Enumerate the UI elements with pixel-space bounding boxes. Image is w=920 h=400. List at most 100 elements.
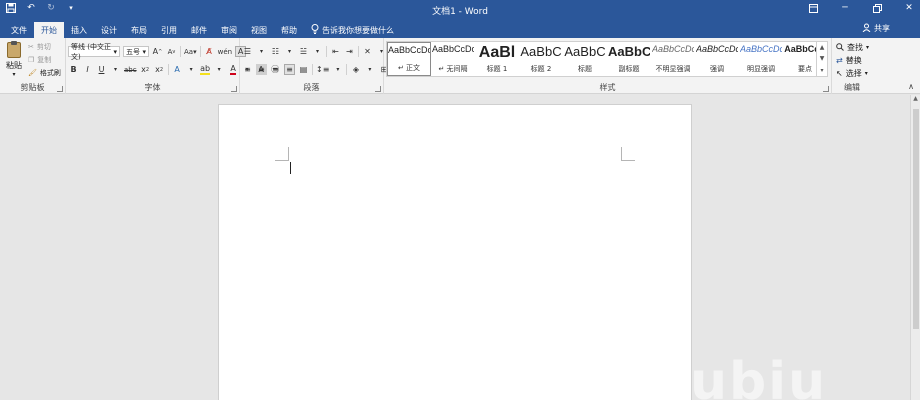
chevron-down-icon[interactable]: ▾ xyxy=(364,64,375,75)
chevron-down-icon[interactable]: ▾ xyxy=(284,46,295,57)
tab-mailings[interactable]: 邮件 xyxy=(184,22,214,38)
distributed-icon[interactable]: ▤ xyxy=(298,64,309,75)
font-size-combo[interactable]: 五号 ▾ xyxy=(123,46,149,57)
superscript-icon[interactable]: x2 xyxy=(154,64,165,75)
style-no-spacing[interactable]: AaBbCcDc ↵ 无间隔 xyxy=(431,42,475,76)
underline-icon[interactable]: U xyxy=(96,64,107,75)
style-sample: AaBbCcDc xyxy=(740,44,782,54)
share-label: 共享 xyxy=(874,24,890,33)
style-subtitle[interactable]: AaBbC 副标题 xyxy=(607,42,651,76)
copy-button[interactable]: ❐ 复制 xyxy=(28,55,51,65)
cursor-icon: ↖ xyxy=(836,69,843,78)
style-heading-1[interactable]: AaBl 标题 1 xyxy=(475,42,519,76)
align-center-icon[interactable]: ≡ xyxy=(256,64,267,75)
watermark: ubiu xyxy=(690,352,828,400)
style-heading-2[interactable]: AaBbC 标题 2 xyxy=(519,42,563,76)
tab-view[interactable]: 视图 xyxy=(244,22,274,38)
scroll-up-icon[interactable]: ▲ xyxy=(911,95,920,102)
tell-me-box[interactable]: 告诉我你想要做什么 xyxy=(304,22,401,38)
paragraph-group: ☰ ▾ ☷ ▾ ☱ ▾ ⇤ ⇥ ✕ ▾ ⇅ ¶ ≡ ≡ ≡ ≡ ▤ ↕≡ ▾ ◈… xyxy=(240,38,412,94)
clipboard-group-label: 剪贴板 xyxy=(20,83,45,92)
italic-icon[interactable]: I xyxy=(82,64,93,75)
scrollbar-thumb[interactable] xyxy=(913,109,919,329)
bold-icon[interactable]: B xyxy=(68,64,79,75)
find-button[interactable]: 查找 ▾ xyxy=(836,42,869,53)
close-icon[interactable]: ✕ xyxy=(904,3,914,13)
tab-help[interactable]: 帮助 xyxy=(274,22,304,38)
tab-layout[interactable]: 布局 xyxy=(124,22,154,38)
tab-design[interactable]: 设计 xyxy=(94,22,124,38)
document-page[interactable] xyxy=(218,104,692,400)
chevron-down-icon[interactable]: ▾ xyxy=(110,64,121,75)
increase-indent-icon[interactable]: ⇥ xyxy=(344,46,355,57)
font-launcher-icon[interactable] xyxy=(231,86,237,92)
numbering-icon[interactable]: ☷ xyxy=(270,46,281,57)
style-name: ↵ 正文 xyxy=(397,64,421,72)
clipboard-launcher-icon[interactable] xyxy=(57,86,63,92)
search-icon xyxy=(836,42,844,53)
style-sample: AaBbC xyxy=(520,44,562,59)
style-name: 副标题 xyxy=(618,65,640,73)
style-emphasis[interactable]: AaBbCcDc 强调 xyxy=(695,42,739,76)
share-button[interactable]: 共享 xyxy=(862,23,890,34)
chevron-down-icon[interactable]: ▾ xyxy=(214,64,225,75)
multilevel-list-icon[interactable]: ☱ xyxy=(298,46,309,57)
line-spacing-icon[interactable]: ↕≡ xyxy=(316,64,329,75)
tab-references[interactable]: 引用 xyxy=(154,22,184,38)
text-effects-icon[interactable]: A xyxy=(172,64,183,75)
highlight-icon[interactable]: ab xyxy=(200,64,211,75)
tab-insert[interactable]: 插入 xyxy=(64,22,94,38)
bullets-icon[interactable]: ☰ xyxy=(242,46,253,57)
chevron-down-icon[interactable]: ▾ xyxy=(256,46,267,57)
style-subtle-emphasis[interactable]: AaBbCcDc 不明显强调 xyxy=(651,42,695,76)
phonetic-guide-icon[interactable]: wén xyxy=(218,46,232,57)
decrease-indent-icon[interactable]: ⇤ xyxy=(330,46,341,57)
clear-formatting-icon[interactable]: A̸ xyxy=(204,46,215,57)
format-painter-button[interactable]: 🖌 格式刷 xyxy=(28,68,61,78)
collapse-ribbon-icon[interactable]: ∧ xyxy=(908,82,914,91)
align-right-icon[interactable]: ≡ xyxy=(270,64,281,75)
tab-review[interactable]: 审阅 xyxy=(214,22,244,38)
font-group-label: 字体 xyxy=(144,83,161,92)
font-color-icon[interactable]: A xyxy=(228,64,239,75)
select-button[interactable]: ↖ 选择 ▾ xyxy=(836,68,868,79)
copy-label: 复制 xyxy=(37,56,52,64)
scroll-up-icon[interactable]: ▲ xyxy=(820,44,825,51)
restore-icon[interactable] xyxy=(872,3,882,13)
justify-icon[interactable]: ≡ xyxy=(284,64,295,75)
replace-button[interactable]: ⇄ 替换 xyxy=(836,55,862,66)
font-name-combo[interactable]: 等线 (中文正文) ▾ xyxy=(68,43,120,61)
chinese-layout-icon[interactable]: ✕ xyxy=(362,46,373,57)
shading-icon[interactable]: ◈ xyxy=(350,64,361,75)
style-sample: AaBbCcDc xyxy=(696,44,738,54)
ribbon-display-icon[interactable] xyxy=(808,3,818,13)
title-bar: ↶ ↻ ▾ 文档1 - Word ─ ✕ xyxy=(0,0,920,20)
chevron-down-icon[interactable]: ▾ xyxy=(332,64,343,75)
subscript-icon[interactable]: x2 xyxy=(140,64,151,75)
chevron-down-icon[interactable]: ▾ xyxy=(186,64,197,75)
paragraph-launcher-icon[interactable] xyxy=(375,86,381,92)
tab-file[interactable]: 文件 xyxy=(4,22,34,38)
more-styles-icon[interactable]: ▾ xyxy=(820,67,823,74)
style-name: 要点 xyxy=(798,65,812,73)
strikethrough-icon[interactable]: abc xyxy=(124,64,137,75)
clipboard-icon xyxy=(7,41,21,58)
styles-launcher-icon[interactable] xyxy=(823,86,829,92)
style-intense-emphasis[interactable]: AaBbCcDc 明显强调 xyxy=(739,42,783,76)
chevron-down-icon[interactable]: ▾ xyxy=(312,46,323,57)
style-normal[interactable]: AaBbCcDc ↵ 正文 xyxy=(387,42,431,76)
window-title: 文档1 - Word xyxy=(432,7,488,17)
cut-button[interactable]: ✂ 剪切 xyxy=(28,42,51,52)
shrink-font-icon[interactable]: Av xyxy=(166,46,177,57)
vertical-scrollbar[interactable]: ▲ xyxy=(910,95,920,400)
align-left-icon[interactable]: ≡ xyxy=(242,64,253,75)
minimize-icon[interactable]: ─ xyxy=(840,3,850,13)
change-case-icon[interactable]: Aa▾ xyxy=(184,46,197,57)
grow-font-icon[interactable]: A ^ xyxy=(152,46,163,57)
scroll-down-icon[interactable]: ▼ xyxy=(820,55,825,62)
paste-button[interactable]: 粘贴 ▾ xyxy=(4,41,24,78)
person-icon xyxy=(862,23,871,34)
tab-home[interactable]: 开始 xyxy=(34,22,64,38)
style-title[interactable]: AaBbC 标题 xyxy=(563,42,607,76)
style-name: 标题 xyxy=(578,65,592,73)
